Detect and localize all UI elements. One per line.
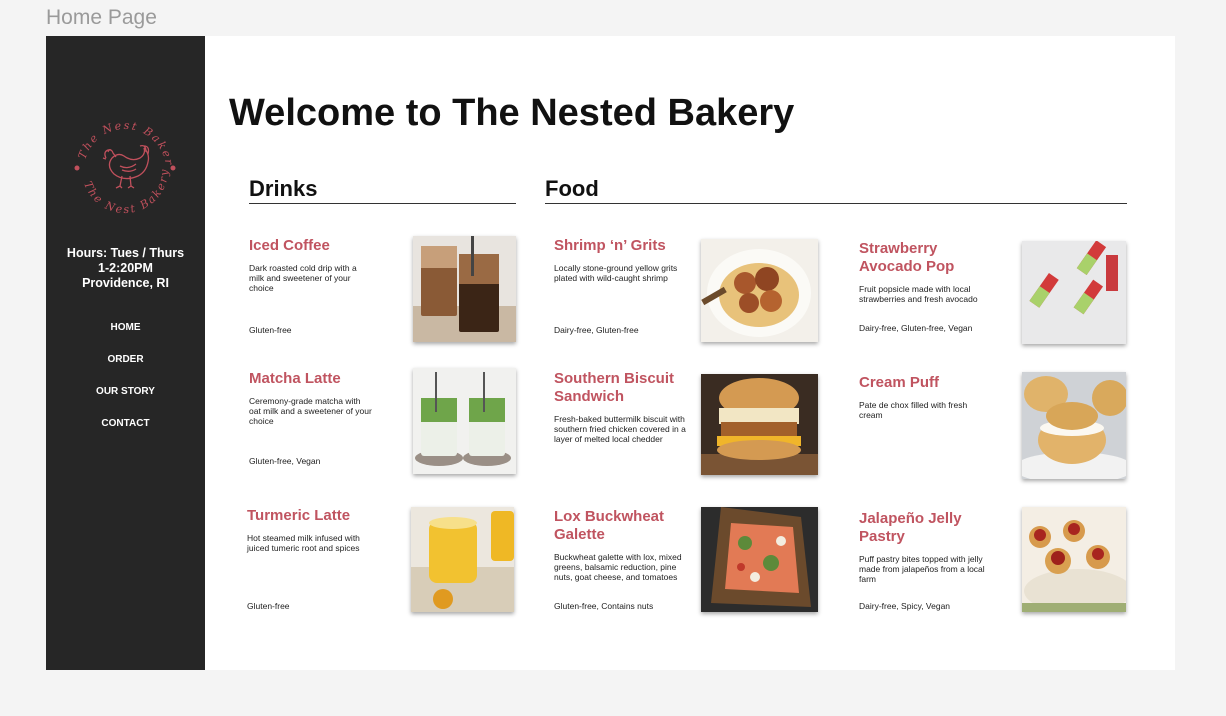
item-description: Dark roasted cold drip with a milk and s… (249, 263, 357, 293)
item-name: Shrimp ‘n’ Grits (554, 237, 666, 254)
iced-coffee-photo (413, 236, 516, 342)
page-title: Welcome to The Nested Bakery (229, 92, 795, 134)
menu-item-strawberry-pop[interactable]: Strawberry Avocado Pop Fruit popsicle ma… (859, 240, 989, 338)
item-tags: Gluten-free, Vegan (249, 456, 321, 466)
item-description: Puff pastry bites topped with jelly made… (859, 554, 985, 584)
shrimp-grits-photo (701, 239, 818, 342)
item-tags: Gluten-free (247, 601, 290, 611)
hen-icon (102, 144, 150, 189)
item-name: Jalapeño Jelly Pastry (859, 510, 962, 545)
hours-time: 1-2:20PM (98, 261, 153, 275)
item-name: Turmeric Latte (247, 507, 351, 524)
menu-item-iced-coffee[interactable]: Iced Coffee Dark roasted cold drip with … (249, 237, 374, 335)
menu-item-lox-galette[interactable]: Lox Buckwheat Galette Buckwheat galette … (554, 508, 686, 611)
matcha-latte-photo (413, 368, 516, 474)
biscuit-sandwich-photo (701, 374, 818, 475)
item-tags: Dairy-free, Spicy, Vegan (859, 601, 951, 611)
item-description: Ceremony-grade matcha with oat milk and … (249, 396, 372, 426)
menu-item-shrimp-grits[interactable]: Shrimp ‘n’ Grits Locally stone-ground ye… (554, 237, 686, 335)
item-description: Hot steamed milk infused with juiced tum… (247, 533, 360, 553)
logo-text-top: The Nest Bakery (70, 112, 174, 167)
nav-contact[interactable]: CONTACT (46, 418, 205, 450)
cream-puff-photo (1022, 372, 1126, 479)
home-page-frame: The Nest Bakery The Nest Bakery (46, 36, 1175, 670)
nav-order[interactable]: ORDER (46, 354, 205, 386)
menu-item-turmeric-latte[interactable]: Turmeric Latte Hot steamed milk infused … (247, 507, 372, 611)
nav-home[interactable]: HOME (46, 322, 205, 354)
item-description: Fresh-baked buttermilk biscuit with sout… (554, 414, 686, 444)
item-description: Buckwheat galette with lox, mixed greens… (554, 552, 682, 582)
menu-item-matcha-latte[interactable]: Matcha Latte Ceremony-grade matcha with … (249, 370, 374, 468)
turmeric-latte-photo (411, 507, 514, 612)
item-name: Cream Puff (859, 374, 940, 391)
item-tags: Gluten-free, Contains nuts (554, 601, 654, 611)
hours-days: Hours: Tues / Thurs (66, 246, 185, 260)
sidebar: The Nest Bakery The Nest Bakery (46, 36, 205, 670)
main-content: Welcome to The Nested Bakery Drinks Food… (205, 36, 1175, 670)
item-description: Pate de chox filled with fresh cream (859, 400, 968, 420)
menu-item-biscuit-sandwich[interactable]: Southern Biscuit Sandwich Fresh-baked bu… (554, 370, 686, 468)
lox-galette-photo (701, 507, 818, 612)
svg-text:The Nest Bakery: The Nest Bakery (70, 112, 176, 167)
item-name: Matcha Latte (249, 370, 341, 387)
sidebar-nav: HOME ORDER OUR STORY CONTACT (46, 322, 205, 450)
svg-text:The Nest Bakery: The Nest Bakery (81, 167, 171, 216)
bakery-logo: The Nest Bakery The Nest Bakery (70, 112, 176, 216)
jelly-pastry-photo (1022, 507, 1126, 612)
menu-item-jelly-pastry[interactable]: Jalapeño Jelly Pastry Puff pastry bites … (859, 510, 989, 611)
hours-info: Hours: Tues / Thurs 1-2:20PM Providence,… (46, 246, 205, 291)
item-name: Iced Coffee (249, 237, 330, 254)
menu-item-cream-puff[interactable]: Cream Puff Pate de chox filled with fres… (859, 374, 989, 472)
drinks-heading: Drinks (249, 176, 516, 204)
location: Providence, RI (82, 276, 169, 290)
item-description: Locally stone-ground yellow grits plated… (554, 263, 678, 283)
strawberry-pop-photo (1022, 241, 1126, 344)
frame-label: Home Page (46, 6, 157, 29)
item-tags: Dairy-free, Gluten-free, Vegan (859, 323, 973, 333)
food-heading: Food (545, 176, 1127, 204)
item-description: Fruit popsicle made with local strawberr… (859, 284, 978, 304)
nav-our-story[interactable]: OUR STORY (46, 386, 205, 418)
logo-text-bottom: The Nest Bakery (81, 167, 169, 216)
item-name: Strawberry Avocado Pop (859, 240, 955, 275)
item-tags: Dairy-free, Gluten-free (554, 325, 639, 335)
item-name: Lox Buckwheat Galette (554, 508, 665, 543)
item-tags: Gluten-free (249, 325, 292, 335)
item-name: Southern Biscuit Sandwich (554, 370, 675, 405)
